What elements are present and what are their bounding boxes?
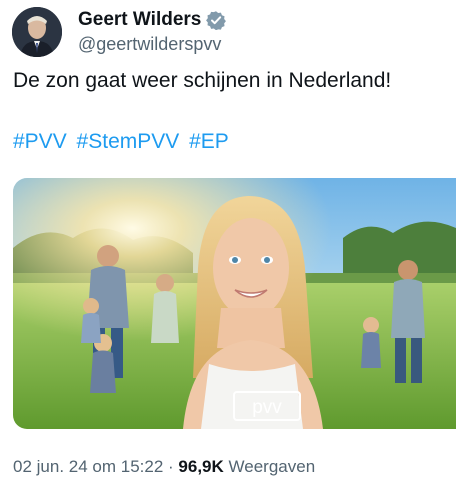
author-display-name[interactable]: Geert Wilders xyxy=(78,8,201,31)
hashtag-stempvv[interactable]: #StemPVV xyxy=(77,130,180,153)
tweet-hashtags: #PVV #StemPVV #EP xyxy=(13,129,233,155)
tweet-meta: 02 jun. 24 om 15:22 · 96,9K Weergaven xyxy=(13,456,315,478)
tweet-timestamp[interactable]: 02 jun. 24 om 15:22 xyxy=(13,457,163,476)
hashtag-ep[interactable]: #EP xyxy=(189,130,229,153)
tweet-card: Geert Wilders @geertwilderspvv De zon ga… xyxy=(0,0,456,478)
tweet-text: De zon gaat weer schijnen in Nederland! xyxy=(13,69,392,92)
views-label: Weergaven xyxy=(228,457,316,476)
pvv-logo-text: pvv xyxy=(252,397,282,418)
author-handle[interactable]: @geertwilderspvv xyxy=(78,32,226,56)
tweet-header: Geert Wilders @geertwilderspvv xyxy=(12,6,227,58)
hashtag-pvv[interactable]: #PVV xyxy=(13,130,67,153)
verified-badge-icon xyxy=(206,10,227,30)
tweet-media-image[interactable]: pvv xyxy=(13,178,456,429)
meta-separator: · xyxy=(168,457,174,476)
author-avatar[interactable] xyxy=(12,7,62,57)
views-count: 96,9K xyxy=(178,457,224,476)
author-names: Geert Wilders @geertwilderspvv xyxy=(78,8,227,56)
